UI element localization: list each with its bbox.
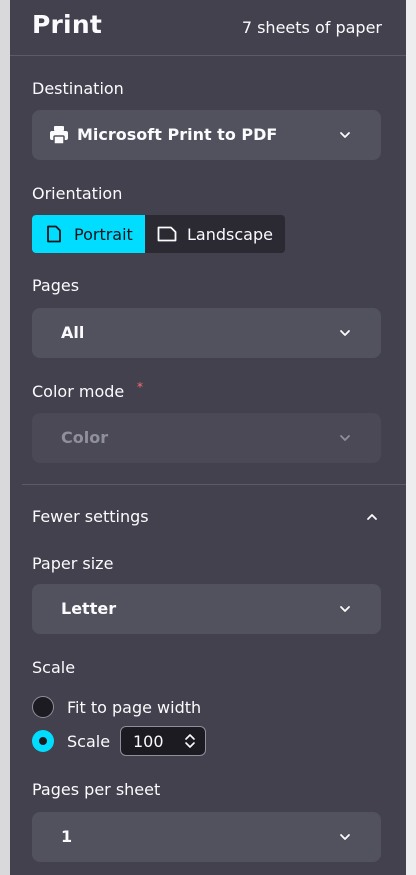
chevron-up-icon xyxy=(367,514,377,520)
fewer-settings-label: Fewer settings xyxy=(32,507,149,526)
paper-size-label: Paper size xyxy=(32,554,114,573)
chevron-down-icon xyxy=(340,435,350,441)
required-indicator: * xyxy=(137,380,143,394)
scale-radio[interactable] xyxy=(32,730,54,752)
print-dialog-frame: Print 7 sheets of paper Destination Micr… xyxy=(0,0,416,875)
pages-per-sheet-value: 1 xyxy=(61,827,73,846)
pages-per-sheet-label: Pages per sheet xyxy=(32,780,161,799)
fit-to-page-radio[interactable] xyxy=(32,696,54,718)
color-mode-value: Color xyxy=(61,428,109,447)
page-preview-edge xyxy=(0,0,10,875)
window-edge xyxy=(406,0,416,875)
pages-label: Pages xyxy=(32,276,80,295)
pages-per-sheet-select[interactable]: 1 xyxy=(32,812,381,862)
scale-label: Scale xyxy=(32,658,76,677)
fewer-settings-toggle[interactable]: Fewer settings xyxy=(10,497,406,537)
destination-select[interactable]: Microsoft Print to PDF xyxy=(32,110,381,160)
landscape-page-icon xyxy=(157,226,177,242)
destination-value: Microsoft Print to PDF xyxy=(77,125,278,144)
portrait-button[interactable]: Portrait xyxy=(32,215,145,253)
destination-label: Destination xyxy=(32,79,124,98)
chevron-down-icon xyxy=(340,330,350,336)
section-divider xyxy=(22,484,406,485)
paper-size-value: Letter xyxy=(61,599,117,618)
chevron-down-icon xyxy=(340,606,350,612)
fit-to-page-label: Fit to page width xyxy=(67,698,202,717)
sheet-count: 7 sheets of paper xyxy=(241,18,382,37)
pages-value: All xyxy=(61,323,85,342)
scale-input-value[interactable]: 100 xyxy=(133,732,164,751)
scale-stepper[interactable]: 100 xyxy=(120,726,206,756)
orientation-label: Orientation xyxy=(32,184,123,203)
print-title: Print xyxy=(32,10,102,39)
paper-size-select[interactable]: Letter xyxy=(32,584,381,634)
color-mode-label: Color mode xyxy=(32,382,125,401)
scale-radio-label: Scale xyxy=(67,732,111,751)
print-header: Print 7 sheets of paper xyxy=(10,0,406,56)
portrait-label: Portrait xyxy=(74,225,133,244)
portrait-page-icon xyxy=(47,225,61,243)
chevron-down-icon xyxy=(340,132,350,138)
pages-select[interactable]: All xyxy=(32,308,381,358)
color-mode-select: Color xyxy=(32,413,381,463)
spin-arrows-icon[interactable] xyxy=(183,732,197,750)
orientation-toggle: Portrait Landscape xyxy=(32,215,285,253)
print-settings-panel: Print 7 sheets of paper Destination Micr… xyxy=(10,0,406,875)
landscape-label: Landscape xyxy=(187,225,273,244)
printer-icon xyxy=(50,126,68,145)
landscape-button[interactable]: Landscape xyxy=(145,215,285,253)
chevron-down-icon xyxy=(340,834,350,840)
